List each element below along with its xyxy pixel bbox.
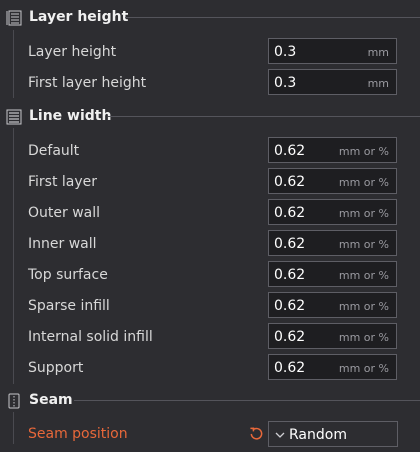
setting-label: Support <box>28 360 84 376</box>
divider <box>74 400 420 401</box>
support-line-width-input[interactable]: 0.62 mm or % <box>268 354 397 380</box>
section-layer-height: Layer height <box>0 7 420 29</box>
layer-height-input[interactable]: 0.3 mm <box>268 38 397 64</box>
field-value: 0.62 <box>274 205 306 221</box>
setting-label: First layer <box>28 174 98 190</box>
dropdown-value: Random <box>289 427 347 443</box>
first-layer-line-width-input[interactable]: 0.62 mm or % <box>268 168 397 194</box>
field-unit: mm or % <box>338 238 389 251</box>
field-value: 0.62 <box>274 267 306 283</box>
setting-row-seam-position: Seam position Random <box>0 420 420 448</box>
seam-icon <box>8 393 20 409</box>
setting-row-support: Support 0.62 mm or % <box>0 354 420 382</box>
setting-row-inner-wall: Inner wall 0.62 mm or % <box>0 230 420 258</box>
outer-wall-line-width-input[interactable]: 0.62 mm or % <box>268 199 397 225</box>
setting-row-sparse-infill: Sparse infill 0.62 mm or % <box>0 292 420 320</box>
first-layer-height-input[interactable]: 0.3 mm <box>268 69 397 95</box>
setting-label: Seam position <box>28 426 128 442</box>
setting-label: First layer height <box>28 75 147 91</box>
top-surface-line-width-input[interactable]: 0.62 mm or % <box>268 261 397 287</box>
reset-icon[interactable] <box>249 426 264 441</box>
divider <box>108 116 420 117</box>
setting-row-first-layer-height: First layer height 0.3 mm <box>0 69 420 97</box>
field-value: 0.62 <box>274 360 306 376</box>
layer-height-icon <box>6 10 22 26</box>
setting-label: Layer height <box>28 44 117 60</box>
setting-row-outer-wall: Outer wall 0.62 mm or % <box>0 199 420 227</box>
section-title: Layer height <box>29 9 129 25</box>
setting-label: Top surface <box>28 267 108 283</box>
field-value: 0.62 <box>274 236 306 252</box>
field-unit: mm or % <box>338 300 389 313</box>
setting-label: Default <box>28 143 80 159</box>
setting-row-layer-height: Layer height 0.3 mm <box>0 38 420 66</box>
line-width-icon <box>6 109 22 125</box>
field-unit: mm <box>367 46 389 59</box>
inner-wall-line-width-input[interactable]: 0.62 mm or % <box>268 230 397 256</box>
sparse-infill-line-width-input[interactable]: 0.62 mm or % <box>268 292 397 318</box>
field-value: 0.62 <box>274 174 306 190</box>
chevron-down-icon <box>275 432 285 438</box>
field-unit: mm or % <box>338 362 389 375</box>
field-unit: mm or % <box>338 331 389 344</box>
field-unit: mm <box>367 77 389 90</box>
field-value: 0.62 <box>274 329 306 345</box>
field-value: 0.3 <box>274 44 297 60</box>
setting-label: Sparse infill <box>28 298 110 314</box>
field-value: 0.62 <box>274 298 306 314</box>
divider <box>125 17 420 18</box>
setting-row-top-surface: Top surface 0.62 mm or % <box>0 261 420 289</box>
setting-label: Inner wall <box>28 236 97 252</box>
field-value: 0.3 <box>274 75 297 91</box>
field-value: 0.62 <box>274 143 306 159</box>
setting-row-first-layer: First layer 0.62 mm or % <box>0 168 420 196</box>
field-unit: mm or % <box>338 145 389 158</box>
default-line-width-input[interactable]: 0.62 mm or % <box>268 137 397 163</box>
seam-position-dropdown[interactable]: Random <box>268 421 398 447</box>
field-unit: mm or % <box>338 207 389 220</box>
setting-label: Outer wall <box>28 205 101 221</box>
setting-row-default: Default 0.62 mm or % <box>0 137 420 165</box>
section-title: Seam <box>29 392 73 408</box>
section-seam: Seam <box>0 390 420 412</box>
field-unit: mm or % <box>338 269 389 282</box>
section-title: Line width <box>29 108 112 124</box>
setting-row-internal-solid-infill: Internal solid infill 0.62 mm or % <box>0 323 420 351</box>
internal-solid-infill-line-width-input[interactable]: 0.62 mm or % <box>268 323 397 349</box>
section-line-width: Line width <box>0 106 420 128</box>
setting-label: Internal solid infill <box>28 329 153 345</box>
field-unit: mm or % <box>338 176 389 189</box>
